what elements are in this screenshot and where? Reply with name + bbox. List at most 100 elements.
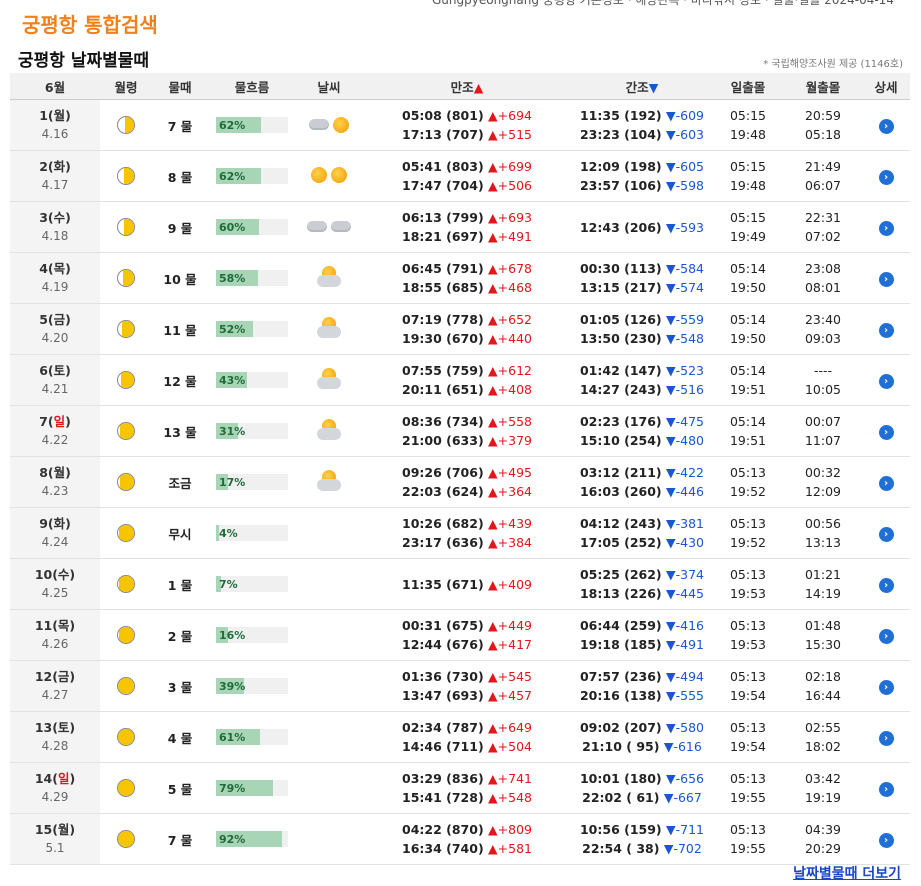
more-link[interactable]: 날짜별물때 더보기 [793,863,901,883]
low-line: 12:09 (198) ▼-605 [579,159,704,174]
chevron-right-icon[interactable]: › [878,526,894,542]
day-cell: 10(수) 4.25 [10,558,100,610]
moon-cell [100,813,152,865]
moonset: 15:30 [804,637,842,652]
low-line: 23:57 (106) ▼-598 [579,178,704,193]
chevron-right-icon[interactable]: › [878,679,894,695]
chevron-right-icon[interactable]: › [878,220,894,236]
chevron-right-icon[interactable]: › [878,169,894,185]
col-mulddae: 물때 [152,73,208,100]
chevron-right-icon[interactable]: › [878,322,894,338]
chevron-right-icon[interactable]: › [878,475,894,491]
moon-phase-icon [117,575,135,593]
flow-bar: 43% [216,372,288,389]
low-line: 13:50 (230) ▼-548 [579,331,704,346]
moon-phase-icon [117,422,135,440]
high-line: 08:36 (734) ▲+558 [402,414,532,429]
moon-phase-icon [117,218,135,236]
high-tide-cell: 04:22 (870) ▲+809 16:34 (740) ▲+581 [362,813,572,865]
sunset: 19:50 [729,280,767,295]
mulddae-cell: 4 물 [152,711,208,763]
sun-times-cell: 05:14 19:50 [712,252,784,304]
chevron-right-icon[interactable]: › [878,628,894,644]
sun-times-cell: 05:13 19:55 [712,762,784,814]
moonset: 11:07 [804,433,842,448]
detail-cell: › [862,405,910,457]
low-line: 06:44 (259) ▼-416 [579,618,704,633]
cloud-icon [307,220,327,232]
moon-times-cell: 23:40 09:03 [784,303,862,355]
low-line: 12:43 (206) ▼-593 [579,219,704,235]
weather-cell [296,456,362,508]
chevron-right-icon[interactable]: › [878,832,894,848]
lunar-date: 4.28 [41,739,69,753]
flow-cell: 62% [208,150,296,202]
high-line: 12:44 (676) ▲+417 [402,637,532,652]
lunar-date: 4.29 [41,790,69,804]
sun-times-cell: 05:13 19:53 [712,558,784,610]
chevron-right-icon[interactable]: › [878,118,894,134]
moon-cell [100,762,152,814]
low-line: 16:03 (260) ▼-446 [579,484,704,499]
detail-cell: › [862,711,910,763]
detail-cell: › [862,303,910,355]
high-tide-cell: 05:08 (801) ▲+694 17:13 (707) ▲+515 [362,99,572,151]
detail-cell: › [862,558,910,610]
moon-cell [100,354,152,406]
chevron-right-icon[interactable]: › [878,730,894,746]
high-line: 11:35 (671) ▲+409 [402,576,532,592]
low-tide-cell: 07:57 (236) ▼-494 20:16 (138) ▼-555 [572,660,712,712]
chevron-right-icon[interactable]: › [878,577,894,593]
sunset: 19:53 [729,637,767,652]
high-line: 16:34 (740) ▲+581 [402,841,532,856]
high-line: 17:47 (704) ▲+506 [402,178,532,193]
high-line: 02:34 (787) ▲+649 [402,720,532,735]
chevron-right-icon[interactable]: › [878,271,894,287]
table-row: 13(토) 4.28 4 물 61% 02:34 (787) ▲+649 14:46 (7… [10,711,910,763]
moon-phase-icon [117,167,135,185]
top-breadcrumb: Gungpyeonghang 궁평항 기본정보 · 해양관측 · 바다낚시 정보… [432,0,894,7]
moon-times-cell: 02:18 16:44 [784,660,862,712]
day-cell: 1(월) 4.16 [10,99,100,151]
moon-cell [100,609,152,661]
day-label: 13(토) [34,720,76,735]
high-tide-cell: 08:36 (734) ▲+558 21:00 (633) ▲+379 [362,405,572,457]
day-label: 7(일) [39,414,71,429]
day-label: 1(월) [39,108,71,123]
day-cell: 2(화) 4.17 [10,150,100,202]
chevron-right-icon[interactable]: › [878,424,894,440]
col-sun: 일출몰 [712,73,784,100]
day-cell: 13(토) 4.28 [10,711,100,763]
high-line: 03:29 (836) ▲+741 [402,771,532,786]
mulddae-cell: 조금 [152,456,208,508]
chevron-right-icon[interactable]: › [878,373,894,389]
day-cell: 9(화) 4.24 [10,507,100,559]
moonrise: 01:21 [804,567,842,582]
chevron-right-icon[interactable]: › [878,781,894,797]
weather-cell [296,201,362,253]
moonset: 12:09 [804,484,842,499]
moonset: 06:07 [804,178,842,193]
weather-cell [296,252,362,304]
day-label: 5(금) [39,312,71,327]
moon-phase-icon [117,116,135,134]
table-header-row: 6월 월령 물때 물흐름 날씨 만조▲ 간조▼ 일출몰 월출몰 상세 [10,73,910,100]
day-label: 2(화) [39,159,71,174]
low-tide-cell: 06:44 (259) ▼-416 19:18 (185) ▼-491 [572,609,712,661]
lunar-date: 4.27 [41,688,69,702]
col-low-tide: 간조▼ [572,73,712,100]
table-row: 10(수) 4.25 1 물 7% 11:35 (671) ▲+409 05:25 (26… [10,558,910,610]
table-row: 5(금) 4.20 11 물 52% 07:19 (778) ▲+652 19:30 (6… [10,303,910,355]
high-tide-cell: 06:13 (799) ▲+693 18:21 (697) ▲+491 [362,201,572,253]
low-line: 01:42 (147) ▼-523 [579,363,704,378]
col-moon: 월출몰 [784,73,862,100]
page-brand-title[interactable]: 궁평항 통합검색 [22,9,158,38]
low-line: 02:23 (176) ▼-475 [579,414,704,429]
low-tide-cell: 09:02 (207) ▼-580 21:10 ( 95) ▼-616 [572,711,712,763]
table-row: 11(목) 4.26 2 물 16% 00:31 (675) ▲+449 12:44 (6… [10,609,910,661]
high-line: 09:26 (706) ▲+495 [402,465,532,480]
col-month: 6월 [10,73,100,100]
moon-phase-icon [117,677,135,695]
low-line: 21:10 ( 95) ▼-616 [582,739,702,754]
day-label: 11(목) [34,618,76,633]
